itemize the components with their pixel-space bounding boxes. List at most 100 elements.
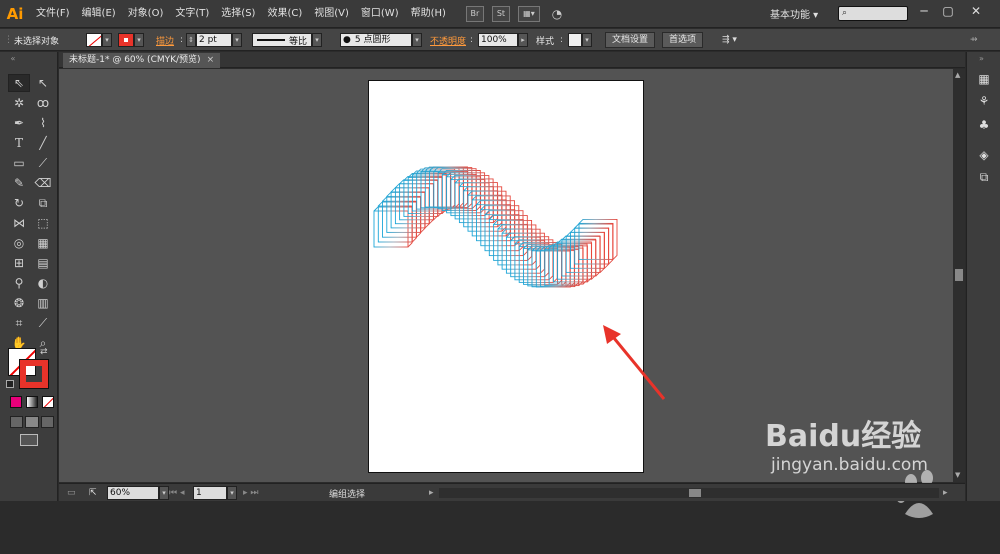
stroke-weight-field[interactable]: 2 pt [196, 33, 232, 47]
opacity-control[interactable]: 100% ▸ [478, 32, 528, 48]
artboard-number-field[interactable]: 1 [193, 486, 227, 500]
stroke-color-swatch[interactable] [19, 359, 49, 389]
zoom-dropdown[interactable]: ▾ [159, 486, 169, 500]
width-tool-icon[interactable]: ⋈ [8, 214, 30, 232]
stock-icon[interactable]: St [491, 5, 510, 22]
blend-object[interactable] [373, 166, 618, 288]
paintbrush-tool-icon[interactable]: ⟋ [32, 154, 54, 172]
last-artboard-icon[interactable]: ▸ ⏭ [243, 486, 258, 500]
stroke-weight-dropdown[interactable]: ▾ [232, 33, 242, 47]
status-menu-icon[interactable]: ▸ [429, 486, 434, 500]
screen-mode-icon[interactable] [20, 434, 38, 446]
line-tool-icon[interactable]: ╱ [32, 134, 54, 152]
menu-effect[interactable]: 效果(C) [261, 0, 308, 28]
variable-width-profile[interactable]: 等比 ▾ [252, 32, 322, 48]
rectangle-tool-icon[interactable]: ▭ [8, 154, 30, 172]
scroll-down-icon[interactable]: ▼ [955, 471, 960, 479]
opacity-slider-toggle[interactable]: ▸ [518, 33, 528, 47]
first-artboard-icon[interactable]: ⏮ ◂ [169, 486, 184, 500]
zoom-field[interactable]: 60% [107, 486, 159, 500]
scale-tool-icon[interactable]: ⧉ [32, 194, 54, 212]
maximize-button[interactable]: ▢ [938, 2, 958, 20]
document-setup-button[interactable]: 文档设置 [605, 32, 656, 48]
menu-window[interactable]: 窗口(W) [355, 0, 405, 28]
align-options-icon[interactable]: ⇶ ▾ [722, 32, 737, 48]
artboard-dropdown[interactable]: ▾ [227, 486, 237, 500]
menu-view[interactable]: 视图(V) [308, 0, 355, 28]
pencil-tool-icon[interactable]: ✎ [8, 174, 30, 192]
fill-dropdown[interactable]: ▾ [102, 33, 112, 47]
selection-tool-icon[interactable]: ⇖ [8, 74, 30, 92]
type-tool-icon[interactable]: T [8, 134, 30, 152]
column-graph-tool-icon[interactable]: ▥ [32, 294, 54, 312]
menu-object[interactable]: 对象(O) [122, 0, 170, 28]
brush-dropdown[interactable]: ▾ [412, 33, 422, 47]
bridge-icon[interactable]: Br [465, 5, 484, 22]
close-tab-icon[interactable]: × [207, 53, 215, 68]
opacity-field[interactable]: 100% [478, 33, 518, 47]
close-button[interactable]: ✕ [962, 2, 990, 20]
color-panel-icon[interactable]: ▦ [975, 70, 993, 88]
expand-panels-icon[interactable]: » [979, 54, 984, 63]
stroke-weight-stepper[interactable]: ⇕ [186, 33, 196, 47]
gpu-performance-icon[interactable]: ◔ [548, 6, 566, 22]
draw-behind-icon[interactable] [25, 416, 39, 428]
preferences-button[interactable]: 首选项 [662, 32, 704, 48]
magic-wand-tool-icon[interactable]: ✲ [8, 94, 30, 112]
brushes-panel-icon[interactable]: ⚘ [975, 92, 993, 110]
rotate-tool-icon[interactable]: ↻ [8, 194, 30, 212]
horizontal-scroll-thumb[interactable] [689, 489, 701, 497]
opacity-label[interactable]: 不透明度 [430, 32, 466, 48]
artboard-tool-icon[interactable]: ⌗ [8, 314, 30, 332]
free-transform-tool-icon[interactable]: ⬚ [32, 214, 54, 232]
shape-builder-tool-icon[interactable]: ◎ [8, 234, 30, 252]
artboards-panel-icon[interactable]: ⧉ [975, 168, 993, 186]
eyedropper-tool-icon[interactable]: ⚲ [8, 274, 30, 292]
stroke-dropdown[interactable]: ▾ [134, 33, 144, 47]
workspace-switcher[interactable]: 基本功能 ▾ [770, 6, 818, 21]
menu-help[interactable]: 帮助(H) [405, 0, 452, 28]
horizontal-scrollbar[interactable] [439, 488, 939, 498]
blend-tool-icon[interactable]: ◐ [32, 274, 54, 292]
search-input[interactable]: ⌕ [838, 6, 908, 21]
symbols-panel-icon[interactable]: ♣ [975, 116, 993, 134]
swap-fill-stroke-icon[interactable]: ⇄ [40, 347, 48, 357]
menu-type[interactable]: 文字(T) [169, 0, 215, 28]
stroke-label[interactable]: 描边 [156, 32, 174, 48]
menu-select[interactable]: 选择(S) [215, 0, 261, 28]
curvature-tool-icon[interactable]: ⌇ [32, 114, 54, 132]
eraser-tool-icon[interactable]: ⌫ [32, 174, 54, 192]
layers-panel-icon[interactable]: ◈ [975, 146, 993, 164]
mesh-tool-icon[interactable]: ⊞ [8, 254, 30, 272]
minimize-button[interactable]: ─ [914, 2, 934, 20]
document-tab[interactable]: 未标题-1* @ 60% (CMYK/预览) × [63, 53, 221, 68]
direct-selection-tool-icon[interactable]: ↖ [32, 74, 54, 92]
gradient-mode-icon[interactable] [26, 396, 38, 408]
style-dropdown[interactable]: ▾ [582, 33, 592, 47]
perspective-grid-tool-icon[interactable]: ▦ [32, 234, 54, 252]
artboard[interactable] [368, 80, 644, 473]
collapse-icon[interactable]: « [2, 54, 24, 63]
stroke-weight[interactable]: ⇕ 2 pt ▾ [186, 32, 242, 48]
draw-inside-icon[interactable] [40, 416, 54, 428]
vertical-scroll-thumb[interactable] [955, 269, 963, 281]
scroll-right-icon[interactable]: ▸ [943, 486, 948, 500]
symbol-sprayer-tool-icon[interactable]: ❂ [8, 294, 30, 312]
lasso-tool-icon[interactable]: ꝏ [32, 94, 54, 112]
default-colors-icon[interactable] [6, 380, 14, 388]
stroke-swatch[interactable]: ▾ [118, 32, 144, 48]
pen-tool-icon[interactable]: ✒ [8, 114, 30, 132]
profile-dropdown[interactable]: ▾ [312, 33, 322, 47]
color-mode-icon[interactable] [10, 396, 22, 408]
graphic-style[interactable]: ▾ [568, 32, 592, 48]
canvas-area[interactable]: Baidu经验 jingyan.baidu.com [59, 69, 953, 518]
none-mode-icon[interactable] [42, 396, 54, 408]
panel-menu-icon[interactable]: ⇸ [970, 32, 978, 48]
fill-swatch[interactable]: ▾ [86, 32, 112, 48]
share-icon[interactable]: ⇱ [89, 486, 97, 500]
arrange-documents-icon[interactable]: ▦▾ [517, 5, 540, 22]
brush-definition[interactable]: ● 5 点圆形 ▾ [340, 32, 422, 48]
menu-edit[interactable]: 编辑(E) [76, 0, 122, 28]
draw-normal-icon[interactable] [10, 416, 24, 428]
grip-handle[interactable]: ⋮ [4, 32, 13, 48]
